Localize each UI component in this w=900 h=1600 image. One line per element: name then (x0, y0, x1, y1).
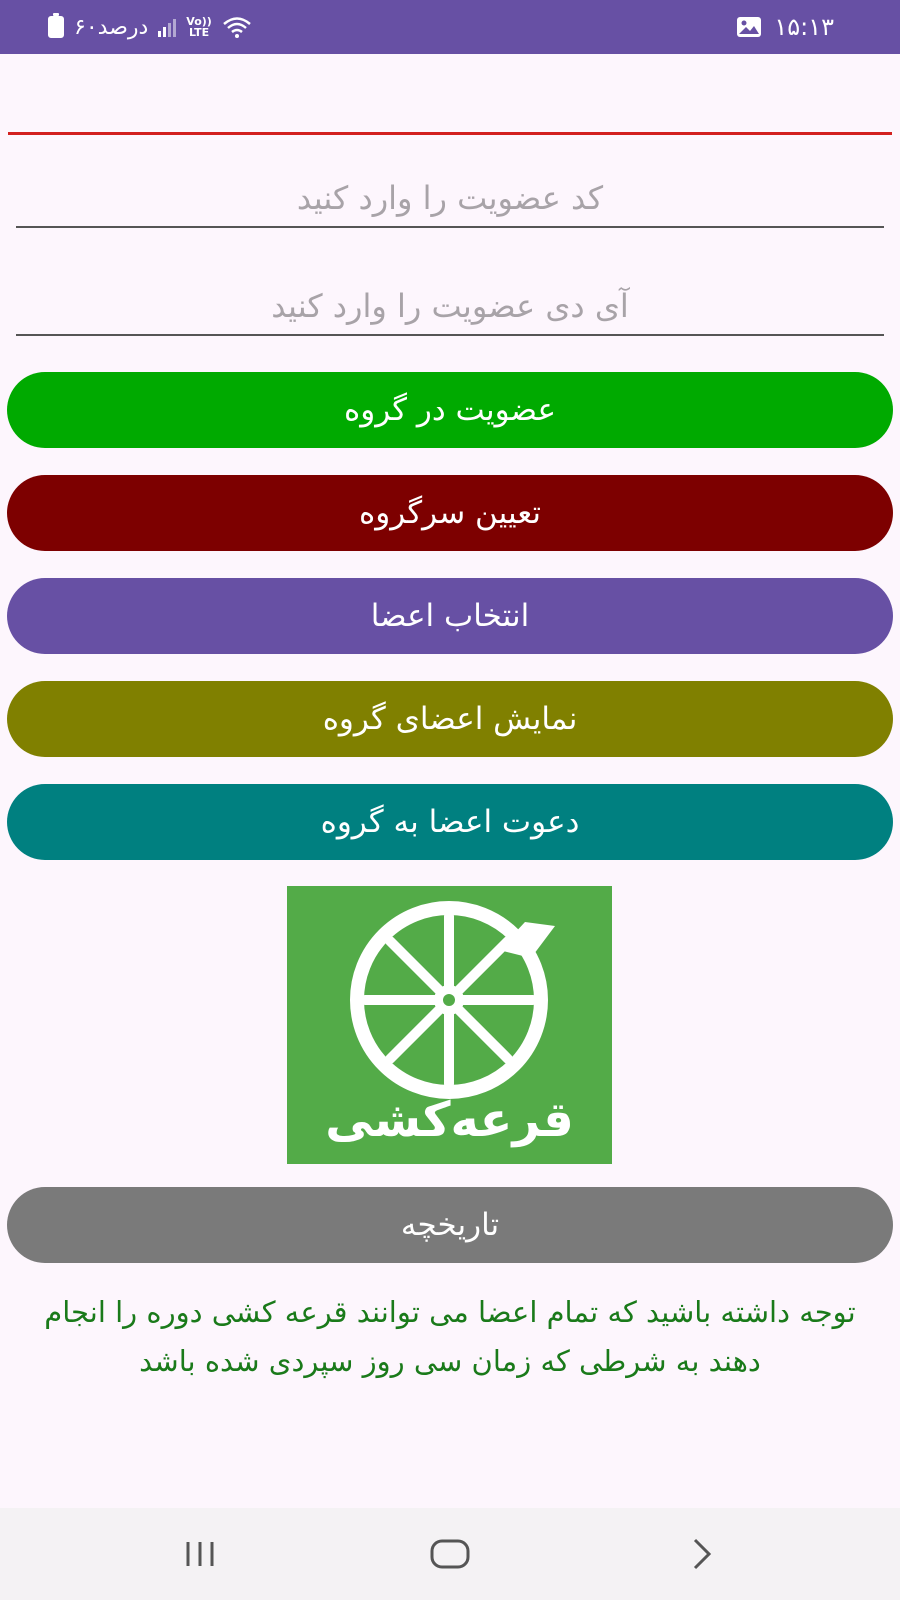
status-bar: ۶۰درصد Vo)) LTE ۱۵:۱۳ (0, 0, 900, 54)
show-members-button[interactable]: نمایش اعضای گروه (7, 681, 893, 757)
lte-label: LTE (188, 26, 210, 39)
membership-code-input[interactable] (16, 170, 884, 228)
status-indicators: ۶۰درصد Vo)) LTE (48, 12, 252, 42)
lottery-logo-button[interactable]: قرعه‌کشی (287, 886, 612, 1164)
back-icon (693, 1538, 712, 1570)
navigation-bar (0, 1508, 900, 1600)
clock: ۱۵:۱۳ (774, 13, 834, 41)
logo-text: قرعه‌کشی (325, 1092, 574, 1148)
volte-icon: Vo)) LTE (186, 16, 212, 38)
notice-text: توجه داشته باشید که تمام اعضا می توانند … (44, 1295, 856, 1378)
back-button[interactable] (662, 1528, 742, 1580)
home-icon (430, 1539, 470, 1569)
assign-leader-button[interactable]: تعیین سرگروه (7, 475, 893, 551)
recents-icon (186, 1542, 214, 1566)
membership-id-input[interactable] (16, 278, 884, 336)
invite-members-button[interactable]: دعوت اعضا به گروه (7, 784, 893, 860)
status-time-area: ۱۵:۱۳ (736, 12, 834, 42)
history-button[interactable]: تاریخچه (7, 1187, 893, 1263)
select-members-button[interactable]: انتخاب اعضا (7, 578, 893, 654)
battery-icon (48, 13, 64, 38)
wifi-icon (223, 17, 251, 38)
signal-icon (158, 17, 177, 37)
divider-line (8, 132, 892, 135)
gallery-icon (737, 17, 762, 37)
battery-percentage: ۶۰درصد (74, 14, 149, 40)
join-group-button[interactable]: عضویت در گروه (7, 372, 893, 448)
home-button[interactable] (410, 1528, 490, 1580)
recents-button[interactable] (160, 1528, 240, 1580)
